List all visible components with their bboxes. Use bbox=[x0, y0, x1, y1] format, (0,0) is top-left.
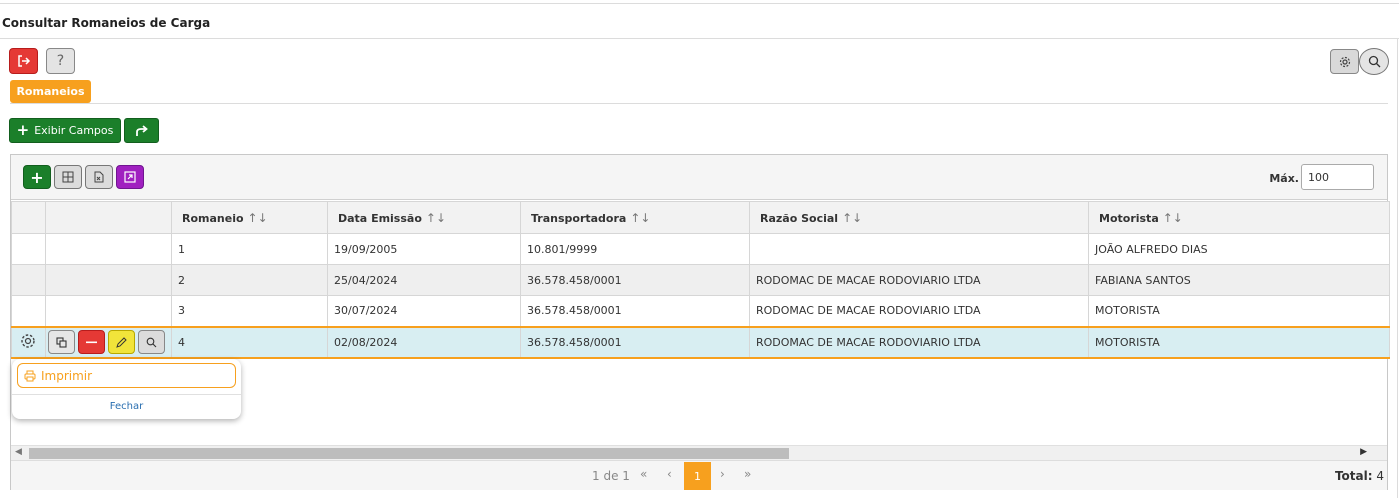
top-border bbox=[0, 3, 1399, 4]
cell-data-emissao: 19/09/2005 bbox=[327, 233, 521, 265]
pagination-bar: 1 de 1 « ‹ 1 › » Total: 4 bbox=[11, 460, 1387, 490]
cell-razao-social: RODOMAC DE MACAE RODOVIARIO LTDA bbox=[749, 264, 1089, 296]
exibir-campos-button[interactable]: + Exibir Campos bbox=[9, 118, 121, 143]
cell-razao-social: RODOMAC DE MACAE RODOVIARIO LTDA bbox=[749, 295, 1089, 327]
sort-icon[interactable]: ↑↓ bbox=[1163, 211, 1183, 225]
column-header-razao-social[interactable]: Razão Social ↑↓ bbox=[749, 201, 1089, 234]
tab-romaneios[interactable]: Romaneios bbox=[10, 80, 91, 103]
table-row[interactable]: 3 30/07/2024 36.578.458/0001 RODOMAC DE … bbox=[11, 295, 1390, 327]
sort-icon[interactable]: ↑↓ bbox=[842, 211, 862, 225]
cell-motorista: MOTORISTA bbox=[1088, 295, 1390, 327]
minus-icon bbox=[86, 341, 97, 343]
table-row-selected[interactable]: 4 02/08/2024 36.578.458/0001 RODOMAC DE … bbox=[11, 325, 1390, 359]
grid-toolbar: + Máx. bbox=[11, 155, 1387, 200]
print-label: Imprimir bbox=[41, 368, 93, 383]
export-excel-button[interactable] bbox=[85, 165, 113, 189]
cell-motorista: JOÃO ALFREDO DIAS bbox=[1088, 233, 1390, 265]
exit-icon bbox=[17, 55, 30, 67]
exit-button[interactable] bbox=[9, 48, 38, 74]
sort-icon[interactable]: ↑↓ bbox=[426, 211, 446, 225]
cell-data-emissao: 30/07/2024 bbox=[327, 295, 521, 327]
help-icon: ? bbox=[56, 53, 65, 69]
plus-icon: + bbox=[16, 121, 30, 139]
plus-icon: + bbox=[30, 167, 44, 187]
expand-icon bbox=[124, 171, 136, 183]
title-divider bbox=[0, 38, 1399, 39]
pencil-icon bbox=[116, 336, 127, 348]
page-info: 1 de 1 bbox=[592, 469, 630, 483]
view-button[interactable] bbox=[138, 330, 165, 354]
scroll-right-icon[interactable]: ▶ bbox=[1360, 447, 1367, 457]
cell-transportadora: 36.578.458/0001 bbox=[520, 295, 750, 327]
table-row[interactable]: 1 19/09/2005 10.801/9999 JOÃO ALFREDO DI… bbox=[11, 233, 1390, 265]
grid-icon bbox=[62, 171, 74, 183]
column-header-motorista[interactable]: Motorista ↑↓ bbox=[1088, 201, 1390, 234]
page-title: Consultar Romaneios de Carga bbox=[2, 16, 211, 30]
column-header-transportadora[interactable]: Transportadora ↑↓ bbox=[520, 201, 750, 234]
grid-panel: + Máx. Romaneio↑↓ Data Emissão↑↓ Transpo… bbox=[10, 154, 1390, 490]
max-label: Máx. bbox=[1269, 172, 1299, 185]
column-header-romaneio[interactable]: Romaneio ↑↓ bbox=[171, 201, 328, 234]
settings-button[interactable] bbox=[1330, 49, 1359, 74]
sort-icon[interactable]: ↑↓ bbox=[630, 211, 650, 225]
cell-transportadora: 36.578.458/0001 bbox=[520, 264, 750, 296]
row-settings-button[interactable] bbox=[11, 325, 46, 359]
copy-icon bbox=[56, 336, 67, 348]
prev-page-button[interactable]: ‹ bbox=[667, 467, 672, 481]
edit-button[interactable] bbox=[108, 330, 135, 354]
popup-divider bbox=[12, 394, 241, 395]
search-button[interactable] bbox=[1359, 48, 1389, 75]
column-header-select bbox=[11, 201, 46, 234]
cell-data-emissao: 25/04/2024 bbox=[327, 264, 521, 296]
scrollbar-thumb[interactable] bbox=[29, 448, 789, 459]
cell-razao-social: RODOMAC DE MACAE RODOVIARIO LTDA bbox=[749, 325, 1089, 359]
sort-icon[interactable]: ↑↓ bbox=[248, 211, 268, 225]
printer-icon bbox=[24, 370, 36, 381]
exibir-campos-label: Exibir Campos bbox=[34, 124, 114, 137]
last-page-button[interactable]: » bbox=[744, 467, 751, 481]
right-border bbox=[1397, 38, 1398, 498]
cell-romaneio: 2 bbox=[171, 264, 328, 296]
table-row[interactable]: 2 25/04/2024 36.578.458/0001 RODOMAC DE … bbox=[11, 264, 1390, 296]
add-record-button[interactable]: + bbox=[23, 165, 51, 189]
close-popup-link[interactable]: Fechar bbox=[12, 401, 241, 412]
delete-button[interactable] bbox=[78, 330, 105, 354]
share-button[interactable] bbox=[124, 118, 159, 143]
columns-button[interactable] bbox=[54, 165, 82, 189]
expand-button[interactable] bbox=[116, 165, 144, 189]
cell-transportadora: 10.801/9999 bbox=[520, 233, 750, 265]
search-icon bbox=[1368, 55, 1380, 68]
row-actions-popup: Imprimir Fechar bbox=[12, 359, 241, 419]
help-button[interactable]: ? bbox=[46, 48, 75, 74]
tab-divider bbox=[10, 103, 1388, 104]
excel-file-icon bbox=[94, 171, 104, 183]
total-count: Total: 4 bbox=[1334, 469, 1384, 483]
gear-icon bbox=[1339, 56, 1350, 67]
max-rows-input[interactable] bbox=[1301, 164, 1374, 190]
romaneios-table: Romaneio ↑↓ Data Emissão ↑↓ Transportadora… bbox=[11, 201, 1390, 359]
gear-icon bbox=[21, 333, 35, 348]
print-button[interactable]: Imprimir bbox=[17, 363, 236, 388]
first-page-button[interactable]: « bbox=[640, 467, 647, 481]
cell-razao-social bbox=[749, 233, 1089, 265]
duplicate-button[interactable] bbox=[48, 330, 75, 354]
horizontal-scrollbar[interactable]: ◀ ▶ bbox=[11, 445, 1387, 460]
table-header-row: Romaneio ↑↓ Data Emissão ↑↓ Transportadora… bbox=[11, 201, 1390, 234]
cell-romaneio: 3 bbox=[171, 295, 328, 327]
cell-data-emissao: 02/08/2024 bbox=[327, 325, 521, 359]
cell-transportadora: 36.578.458/0001 bbox=[520, 325, 750, 359]
column-header-data-emissao[interactable]: Data Emissão ↑↓ bbox=[327, 201, 521, 234]
search-icon bbox=[146, 337, 157, 347]
share-arrow-icon bbox=[136, 124, 148, 136]
next-page-button[interactable]: › bbox=[720, 467, 725, 481]
row-actions bbox=[48, 330, 171, 354]
column-header-actions bbox=[45, 201, 172, 234]
cell-motorista: MOTORISTA bbox=[1088, 325, 1390, 359]
current-page-button[interactable]: 1 bbox=[684, 462, 711, 490]
cell-romaneio: 4 bbox=[171, 325, 328, 359]
cell-motorista: FABIANA SANTOS bbox=[1088, 264, 1390, 296]
cell-romaneio: 1 bbox=[171, 233, 328, 265]
scroll-left-icon[interactable]: ◀ bbox=[15, 447, 22, 457]
